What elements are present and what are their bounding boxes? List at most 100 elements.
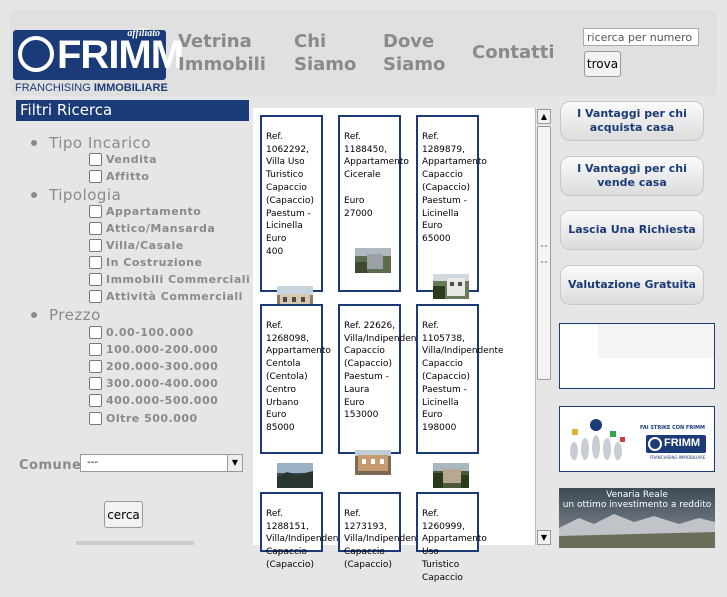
listing-photo[interactable] [277, 274, 313, 312]
logo-box: FRIMM affiliato [13, 28, 184, 80]
vantaggi-vende-button[interactable]: I Vantaggi per chi vende casa [560, 156, 704, 196]
checkbox-box[interactable] [89, 153, 102, 166]
checkbox-label: 400.000-500.000 [106, 394, 219, 407]
listing-photo-image [277, 462, 313, 488]
listing-photo[interactable] [355, 235, 391, 273]
listing-photo-image [433, 462, 469, 488]
checkbox-price-200-300k[interactable]: 200.000-300.000 [89, 360, 218, 373]
nav-vetrina-immobili[interactable]: Vetrina Immobili [178, 30, 266, 76]
listing-photo[interactable] [433, 261, 469, 299]
checkbox-box[interactable] [89, 412, 102, 425]
checkbox-vendita[interactable]: Vendita [89, 153, 157, 166]
checkbox-affitto[interactable]: Affitto [89, 170, 149, 183]
reference-search-input[interactable] [583, 28, 699, 46]
checkbox-price-oltre-500k[interactable]: Oltre 500.000 [89, 412, 198, 425]
listing-photo[interactable] [277, 450, 313, 488]
checkbox-price-300-400k[interactable]: 300.000-400.000 [89, 377, 218, 390]
checkbox-box[interactable] [89, 205, 102, 218]
listing-text: Ref. 22626, Villa/Indipendente Capaccio … [344, 320, 426, 421]
filter-group-label: Tipologia [49, 186, 122, 204]
logo-tag: affiliato [127, 28, 160, 39]
checkbox-label: Immobili Commerciali [106, 273, 251, 286]
filter-group-tipologia: Tipologia [30, 186, 122, 204]
scroll-thumb[interactable] [537, 126, 551, 380]
checkbox-label: Vendita [106, 153, 158, 166]
checkbox-in-costruzione[interactable]: In Costruzione [89, 256, 202, 269]
checkbox-attivita-commerciali[interactable]: Attività Commerciali [89, 290, 243, 303]
checkbox-villa-casale[interactable]: Villa/Casale [89, 239, 184, 252]
ad-blank-image [560, 324, 714, 388]
checkbox-box[interactable] [89, 256, 102, 269]
checkbox-price-0-100k[interactable]: 0.00-100.000 [89, 326, 194, 339]
filter-group-label: Tipo Incarico [49, 134, 151, 152]
bottom-divider [76, 541, 194, 545]
ad-banner-venaria[interactable]: Venaria Reale un ottimo investimento a r… [559, 488, 715, 548]
logo-circle-icon [18, 36, 54, 72]
frimm-logo[interactable]: FRIMM affiliato FRANCHISING IMMOBILIARE [13, 28, 184, 94]
checkbox-box[interactable] [89, 377, 102, 390]
ad-strike-sub: FRANCHISING IMMOBILIARE [650, 455, 706, 460]
checkbox-box[interactable] [89, 222, 102, 235]
comune-select[interactable]: --- ▼ [80, 454, 243, 472]
vantaggi-acquista-button[interactable]: I Vantaggi per chi acquista casa [560, 101, 704, 141]
checkbox-label: 200.000-300.000 [106, 360, 219, 373]
listing-text: Ref. 1288151, Villa/Indipendente Capacci… [266, 508, 348, 570]
scroll-down-arrow-icon[interactable]: ▼ [537, 530, 551, 545]
listing-photo-image [355, 449, 391, 475]
scroll-up-arrow-icon[interactable]: ▲ [537, 109, 551, 124]
listing-card[interactable]: Ref. 1188450, Appartamento Cicerale Euro… [338, 115, 409, 292]
filter-group-label: Prezzo [49, 306, 101, 324]
listing-card[interactable]: Ref. 22626, Villa/Indipendente Capaccio … [338, 304, 426, 475]
listing-card[interactable]: Ref. 1288151, Villa/Indipendente Capacci… [260, 492, 348, 570]
checkbox-box[interactable] [89, 239, 102, 252]
checkbox-appartamento[interactable]: Appartamento [89, 205, 201, 218]
logo-brand: FRIMM [57, 33, 184, 77]
listings-scrollbar[interactable]: ▲ ▼ [535, 108, 551, 545]
checkbox-label: Oltre 500.000 [106, 412, 198, 425]
cerca-button[interactable]: cerca [104, 501, 143, 528]
checkbox-box[interactable] [89, 343, 102, 356]
listing-card[interactable]: Ref. 1260999, Appartamento Uso Turistico… [416, 492, 487, 583]
dropdown-arrow-icon[interactable]: ▼ [227, 455, 242, 471]
nav-contatti[interactable]: Contatti [472, 41, 555, 64]
listing-text: Ref. 1260999, Appartamento Uso Turistico… [422, 508, 487, 583]
checkbox-label: Attività Commerciali [106, 290, 243, 303]
logo-sub-left: FRANCHISING [15, 82, 91, 94]
ad-banner-blank[interactable] [559, 323, 715, 389]
ad-venaria-line2: un ottimo investimento a reddito [562, 500, 712, 510]
filter-panel-title: Filtri Ricerca [16, 100, 249, 121]
listing-card[interactable]: Ref. 1268098, Appartamento Centola (Cent… [260, 304, 331, 488]
listing-card[interactable]: Ref. 1273193, Villa/Indipendente Capacci… [338, 492, 426, 570]
nav-dove-siamo[interactable]: Dove Siamo [383, 30, 445, 76]
filter-group-tipo-incarico: Tipo Incarico [31, 134, 151, 152]
ad-banner-strike[interactable]: FAI STRIKE CON FRIMM FRIMM FRANCHISING I… [559, 406, 715, 472]
checkbox-price-100-200k[interactable]: 100.000-200.000 [89, 343, 218, 356]
listing-card[interactable]: Ref. 1289879, Appartamento Capaccio (Cap… [416, 115, 487, 299]
valutazione-gratuita-button[interactable]: Valutazione Gratuita [560, 265, 704, 305]
listing-text: Ref. 1188450, Appartamento Cicerale Euro… [344, 131, 409, 219]
checkbox-box[interactable] [89, 360, 102, 373]
grip-icon [541, 245, 547, 263]
ad-strike-brand: FRIMM [664, 437, 701, 449]
checkbox-label: 300.000-400.000 [106, 377, 219, 390]
checkbox-price-400-500k[interactable]: 400.000-500.000 [89, 394, 218, 407]
checkbox-box[interactable] [89, 326, 102, 339]
listing-photo[interactable] [433, 450, 469, 488]
checkbox-box[interactable] [89, 170, 102, 183]
logo-subtitle: FRANCHISING IMMOBILIARE [15, 82, 168, 94]
search-button[interactable]: trova [584, 51, 621, 77]
lascia-richiesta-button[interactable]: Lascia Una Richiesta [560, 210, 704, 250]
checkbox-label: 0.00-100.000 [106, 326, 194, 339]
checkbox-label: 100.000-200.000 [106, 343, 219, 356]
checkbox-immobili-commerciali[interactable]: Immobili Commerciali [89, 273, 250, 286]
listing-card[interactable]: Ref. 1062292, Villa Uso Turistico Capacc… [260, 115, 323, 312]
checkbox-attico-mansarda[interactable]: Attico/Mansarda [89, 222, 215, 235]
checkbox-box[interactable] [89, 273, 102, 286]
ad-strike-headline: FAI STRIKE CON FRIMM [640, 425, 705, 431]
nav-chi-siamo[interactable]: Chi Siamo [294, 30, 356, 76]
checkbox-box[interactable] [89, 394, 102, 407]
listing-card[interactable]: Ref. 1105738, Villa/Indipendente Capacci… [416, 304, 504, 488]
listing-photo[interactable] [355, 437, 391, 475]
checkbox-box[interactable] [89, 290, 102, 303]
checkbox-label: Villa/Casale [106, 239, 184, 252]
